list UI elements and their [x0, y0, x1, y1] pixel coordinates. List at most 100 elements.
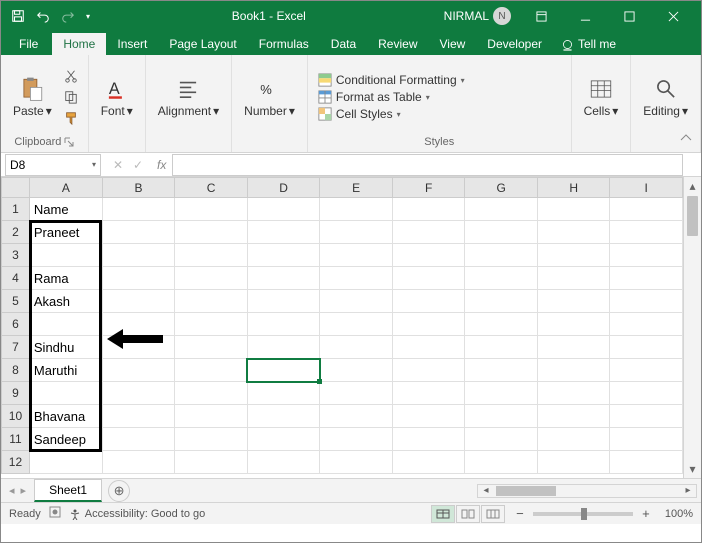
- cell[interactable]: [247, 221, 320, 244]
- cell[interactable]: [320, 428, 393, 451]
- cell[interactable]: [392, 221, 465, 244]
- paste-button[interactable]: Paste ▾: [9, 74, 56, 120]
- cell[interactable]: [537, 428, 610, 451]
- enter-formula-button[interactable]: ✓: [129, 158, 147, 172]
- zoom-out-button[interactable]: −: [513, 506, 527, 521]
- zoom-level[interactable]: 100%: [665, 508, 693, 520]
- tab-insert[interactable]: Insert: [106, 33, 158, 55]
- cell[interactable]: [537, 313, 610, 336]
- cell[interactable]: [392, 428, 465, 451]
- cell[interactable]: [247, 336, 320, 359]
- format-painter-button[interactable]: [62, 109, 80, 127]
- redo-button[interactable]: [57, 5, 79, 27]
- cell[interactable]: [320, 451, 393, 474]
- cancel-formula-button[interactable]: ✕: [109, 158, 127, 172]
- cell[interactable]: [175, 313, 248, 336]
- cell[interactable]: [610, 336, 683, 359]
- fx-icon[interactable]: fx: [151, 158, 172, 172]
- cell[interactable]: [102, 290, 175, 313]
- tell-me[interactable]: Tell me: [553, 33, 624, 55]
- select-all-corner[interactable]: [2, 178, 30, 198]
- cell[interactable]: [537, 290, 610, 313]
- cell[interactable]: [175, 290, 248, 313]
- cell[interactable]: [247, 405, 320, 428]
- zoom-slider[interactable]: [533, 512, 633, 516]
- zoom-in-button[interactable]: +: [639, 506, 653, 521]
- cell[interactable]: [29, 451, 102, 474]
- name-box[interactable]: D8 ▾: [5, 154, 101, 176]
- cell[interactable]: [320, 382, 393, 405]
- col-header[interactable]: G: [465, 178, 538, 198]
- cell[interactable]: [392, 382, 465, 405]
- cell[interactable]: [247, 382, 320, 405]
- cell[interactable]: [175, 428, 248, 451]
- cell[interactable]: [320, 336, 393, 359]
- cell[interactable]: [537, 267, 610, 290]
- cell[interactable]: [392, 359, 465, 382]
- cell[interactable]: [320, 244, 393, 267]
- cell[interactable]: [102, 382, 175, 405]
- cell[interactable]: [247, 267, 320, 290]
- row-header[interactable]: 6: [2, 313, 30, 336]
- user-area[interactable]: NIRMAL N: [444, 7, 511, 25]
- undo-button[interactable]: [32, 5, 54, 27]
- cell[interactable]: [392, 290, 465, 313]
- scroll-right-button[interactable]: ▸: [680, 485, 696, 496]
- cell[interactable]: Maruthi: [29, 359, 102, 382]
- macro-record-icon[interactable]: [49, 506, 61, 521]
- alignment-dropdown[interactable]: Alignment ▾: [154, 74, 223, 120]
- row-header[interactable]: 7: [2, 336, 30, 359]
- cell[interactable]: [465, 290, 538, 313]
- sheet-nav-first[interactable]: ◂: [7, 484, 17, 497]
- cell[interactable]: Name: [29, 198, 102, 221]
- row-header[interactable]: 11: [2, 428, 30, 451]
- tab-home[interactable]: Home: [52, 33, 106, 55]
- cell[interactable]: [102, 428, 175, 451]
- col-header[interactable]: C: [175, 178, 248, 198]
- cell-selected[interactable]: [247, 359, 320, 382]
- cell[interactable]: [465, 198, 538, 221]
- scroll-left-button[interactable]: ◂: [478, 485, 494, 496]
- cell[interactable]: [537, 198, 610, 221]
- row-header[interactable]: 2: [2, 221, 30, 244]
- cell[interactable]: [610, 313, 683, 336]
- view-page-layout-button[interactable]: [456, 505, 480, 523]
- cell[interactable]: [29, 313, 102, 336]
- cell[interactable]: [175, 359, 248, 382]
- cell[interactable]: [610, 267, 683, 290]
- cell[interactable]: [175, 336, 248, 359]
- cell[interactable]: [465, 221, 538, 244]
- cell[interactable]: [247, 313, 320, 336]
- cell[interactable]: [465, 244, 538, 267]
- cell[interactable]: Sandeep: [29, 428, 102, 451]
- cell[interactable]: [175, 198, 248, 221]
- cell[interactable]: [175, 244, 248, 267]
- horizontal-scrollbar[interactable]: ◂ ▸: [130, 484, 701, 498]
- maximize-button[interactable]: [607, 1, 651, 31]
- row-header[interactable]: 4: [2, 267, 30, 290]
- cell[interactable]: [175, 221, 248, 244]
- tab-developer[interactable]: Developer: [476, 33, 553, 55]
- cell[interactable]: [102, 405, 175, 428]
- cell[interactable]: [537, 336, 610, 359]
- cell[interactable]: [537, 405, 610, 428]
- cell[interactable]: [320, 405, 393, 428]
- cell[interactable]: [175, 405, 248, 428]
- cell[interactable]: [320, 290, 393, 313]
- format-as-table-button[interactable]: Format as Table ▾: [316, 89, 432, 105]
- tab-review[interactable]: Review: [367, 33, 428, 55]
- col-header[interactable]: A: [29, 178, 102, 198]
- number-dropdown[interactable]: % Number ▾: [240, 74, 299, 120]
- row-header[interactable]: 8: [2, 359, 30, 382]
- cell[interactable]: [392, 244, 465, 267]
- cut-button[interactable]: [62, 67, 80, 85]
- hscroll-thumb[interactable]: [496, 486, 556, 496]
- cell[interactable]: [610, 405, 683, 428]
- scroll-track[interactable]: [684, 237, 701, 460]
- cell[interactable]: [102, 336, 175, 359]
- cell[interactable]: Akash: [29, 290, 102, 313]
- cell[interactable]: [537, 244, 610, 267]
- cells-dropdown[interactable]: Cells ▾: [580, 74, 623, 120]
- cell[interactable]: [320, 359, 393, 382]
- cell[interactable]: [247, 244, 320, 267]
